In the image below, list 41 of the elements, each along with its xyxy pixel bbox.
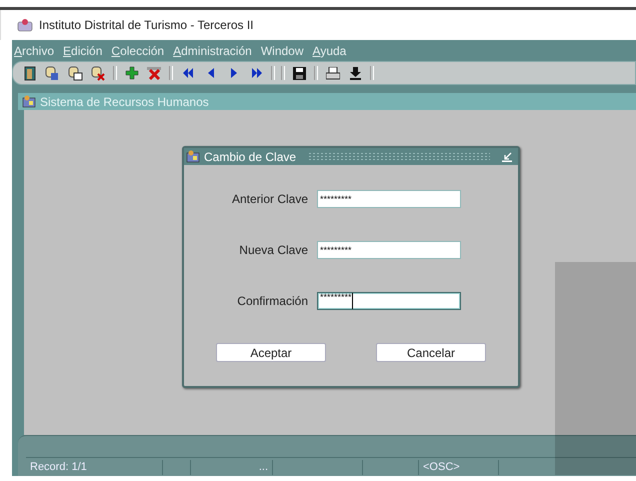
window-title: Instituto Distrital de Turismo - Terceros II	[39, 18, 254, 32]
menu-item[interactable]: Ayuda	[312, 44, 346, 58]
menu-item[interactable]: Edición	[63, 44, 102, 58]
cancel-button[interactable]: Cancelar	[376, 343, 486, 362]
password-field[interactable]: *********	[317, 190, 461, 208]
printer-icon	[326, 66, 340, 80]
menu-item[interactable]: Archivo	[14, 44, 54, 58]
mode-indicator: <OSC>	[423, 461, 460, 473]
door-icon	[24, 66, 36, 80]
app-icon	[17, 18, 33, 32]
password-field[interactable]: *********	[317, 292, 461, 310]
previous-icon	[208, 68, 214, 78]
toolbar-button[interactable]	[67, 64, 84, 82]
toolbar-button[interactable]	[347, 64, 364, 82]
database-delete-icon	[91, 66, 106, 80]
save-icon	[293, 66, 306, 80]
last-record-icon	[250, 67, 262, 79]
dialog-title: Cambio de Clave	[204, 150, 296, 164]
download-icon	[350, 66, 361, 80]
next-icon	[230, 68, 236, 78]
window-icon	[22, 95, 36, 108]
plus-icon	[124, 66, 138, 80]
field-label: Confirmación	[236, 294, 308, 308]
password-field[interactable]: *********	[317, 241, 461, 259]
menu-item[interactable]: Colección	[111, 44, 164, 58]
delete-icon	[147, 66, 162, 80]
toolbar-button[interactable]	[324, 64, 341, 82]
database-table-icon	[68, 66, 83, 80]
accept-button[interactable]: Aceptar	[216, 343, 326, 362]
record-count: Record: 1/1	[30, 461, 87, 473]
minimize-icon[interactable]	[502, 152, 512, 162]
dialog-icon	[186, 150, 200, 163]
field-label: Nueva Clave	[238, 243, 308, 257]
menu-item[interactable]: Administración	[173, 44, 252, 58]
first-record-icon	[182, 67, 194, 79]
menu-item[interactable]: Window	[260, 44, 304, 58]
inner-window-title: Sistema de Recursos Humanos	[40, 94, 209, 108]
toolbar-button[interactable]	[291, 64, 308, 82]
field-label: Anterior Clave	[230, 192, 308, 206]
database-icon	[45, 66, 60, 80]
status-ellipsis: ...	[258, 461, 268, 473]
